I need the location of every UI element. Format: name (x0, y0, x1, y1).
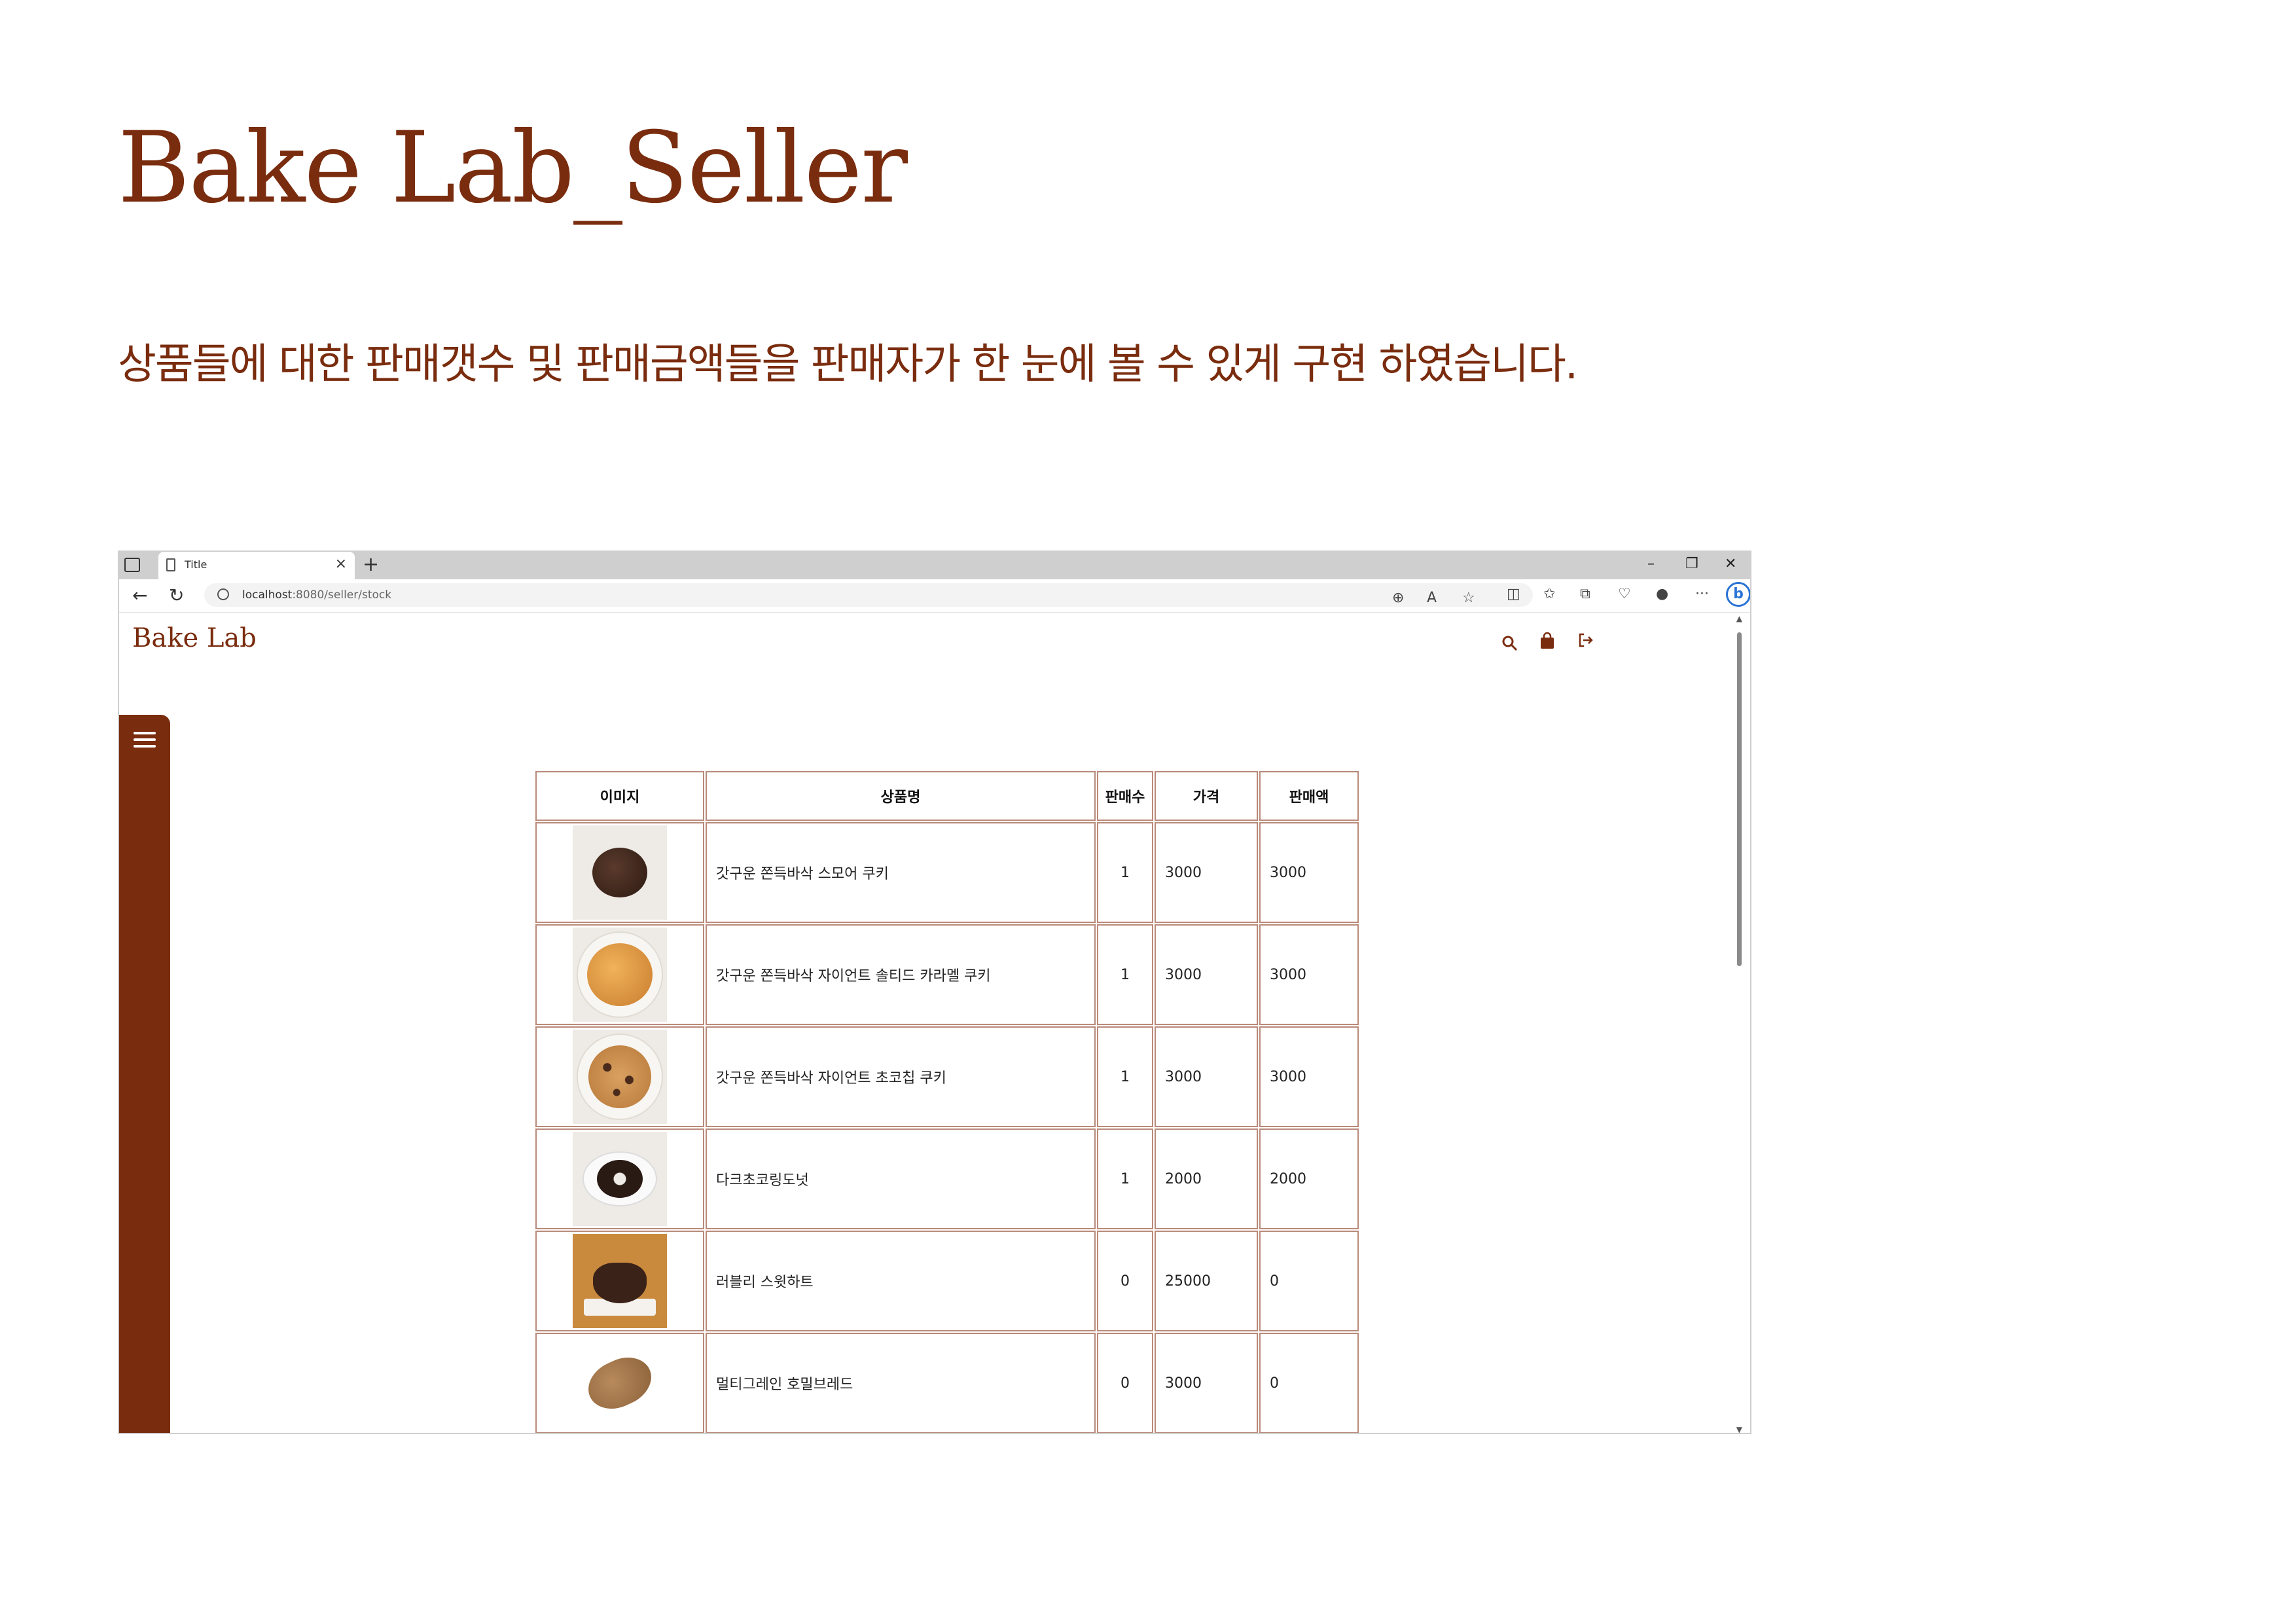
table-row: 다크초코링도넛 1 2000 2000 (535, 1128, 1359, 1229)
product-name: 러블리 스윗하트 (706, 1231, 1096, 1331)
sold-count: 0 (1097, 1231, 1153, 1331)
table-row: 갓구운 쫀득바삭 자이언트 초코칩 쿠키 1 3000 3000 (535, 1026, 1359, 1127)
sidebar (119, 715, 170, 1433)
restore-icon[interactable]: ❐ (1685, 556, 1698, 572)
scrollbar[interactable]: ▲ ▼ (1736, 613, 1748, 1433)
site-logo[interactable]: Bake Lab (132, 623, 257, 653)
scrollbar-thumb[interactable] (1737, 632, 1742, 966)
logout-icon[interactable] (1577, 632, 1594, 653)
table-row: 갓구운 쫀득바삭 스모어 쿠키 1 3000 3000 (535, 822, 1359, 923)
stock-table: 이미지 상품명 판매수 가격 판매액 갓구운 쫀득바삭 스모어 쿠키 1 300… (534, 770, 1360, 1433)
favorites-icon[interactable]: ✩ (1543, 586, 1555, 602)
extensions-icon[interactable]: ♡ (1618, 586, 1631, 602)
sales-amount: 3000 (1259, 822, 1359, 923)
minimize-icon[interactable]: – (1647, 556, 1655, 572)
caramel-cookie-image (573, 928, 667, 1022)
table-row: 멀티그레인 호밀브레드 0 3000 0 (535, 1333, 1359, 1433)
scroll-down-icon[interactable]: ▼ (1736, 1425, 1742, 1433)
scroll-up-icon[interactable]: ▲ (1736, 614, 1742, 623)
sales-amount: 3000 (1259, 1026, 1359, 1127)
product-name: 갓구운 쫀득바삭 자이언트 솔티드 카라멜 쿠키 (706, 924, 1096, 1025)
dark-cookie-image (573, 825, 667, 920)
table-row: 갓구운 쫀득바삭 자이언트 솔티드 카라멜 쿠키 1 3000 3000 (535, 924, 1359, 1025)
tab-actions-icon[interactable] (124, 558, 140, 572)
header-name: 상품명 (706, 771, 1096, 821)
web-page: Bake Lab ▲ ▼ 이미지 상품명 판매수 가격 판매액 갓구운 쫀득바삭… (119, 613, 1750, 1433)
sales-amount: 3000 (1259, 924, 1359, 1025)
sales-amount: 2000 (1259, 1128, 1359, 1229)
sold-count: 1 (1097, 822, 1153, 923)
browser-window: Title × + – ❐ ✕ ← ↻ localhost:8080/selle… (118, 550, 1751, 1434)
page-icon (166, 558, 175, 571)
sold-count: 0 (1097, 1333, 1153, 1433)
price: 3000 (1155, 822, 1258, 923)
price: 3000 (1155, 1026, 1258, 1127)
close-window-icon[interactable]: ✕ (1725, 556, 1736, 572)
slide-title: Bake Lab_Seller (118, 111, 908, 225)
price: 3000 (1155, 924, 1258, 1025)
read-aloud-icon[interactable]: A (1427, 590, 1437, 606)
sales-amount: 0 (1259, 1333, 1359, 1433)
search-icon[interactable] (1501, 635, 1518, 657)
split-screen-icon[interactable]: ◫ (1507, 586, 1520, 602)
choco-donut-image (573, 1132, 667, 1226)
close-tab-icon[interactable]: × (335, 556, 347, 572)
sold-count: 1 (1097, 1026, 1153, 1127)
header-sales: 판매액 (1259, 771, 1359, 821)
url-field[interactable]: localhost:8080/seller/stock ⊕ A ☆ (204, 583, 1533, 607)
tab-title: Title (185, 558, 207, 571)
slide-description: 상품들에 대한 판매갯수 및 판매금액들을 판매자가 한 눈에 볼 수 있게 구… (118, 340, 1578, 389)
shopping-bag-icon[interactable] (1539, 632, 1555, 654)
heart-cake-image (573, 1234, 667, 1328)
browser-tab[interactable]: Title × (158, 552, 355, 579)
price: 2000 (1155, 1128, 1258, 1229)
reload-icon[interactable]: ↻ (169, 585, 184, 606)
profile-icon[interactable]: ● (1656, 586, 1668, 602)
more-menu-icon[interactable]: ··· (1695, 586, 1709, 602)
product-name: 갓구운 쫀득바삭 자이언트 초코칩 쿠키 (706, 1026, 1096, 1127)
zoom-icon[interactable]: ⊕ (1392, 590, 1404, 606)
price: 25000 (1155, 1231, 1258, 1331)
favorite-star-icon[interactable]: ☆ (1462, 590, 1475, 606)
new-tab-icon[interactable]: + (363, 553, 379, 576)
site-info-icon[interactable] (217, 588, 229, 600)
product-name: 다크초코링도넛 (706, 1128, 1096, 1229)
sold-count: 1 (1097, 1128, 1153, 1229)
sold-count: 1 (1097, 924, 1153, 1025)
url-text: localhost:8080/seller/stock (242, 588, 392, 602)
collections-icon[interactable]: ⧉ (1580, 586, 1590, 602)
header-sold: 판매수 (1097, 771, 1153, 821)
address-bar: ← ↻ localhost:8080/seller/stock ⊕ A ☆ ◫ … (119, 579, 1750, 613)
header-price: 가격 (1155, 771, 1258, 821)
chocochip-cookie-image (573, 1030, 667, 1124)
hamburger-menu-icon[interactable] (134, 732, 156, 748)
header-image: 이미지 (535, 771, 704, 821)
product-name: 갓구운 쫀득바삭 스모어 쿠키 (706, 822, 1096, 923)
back-icon[interactable]: ← (132, 585, 147, 606)
product-name: 멀티그레인 호밀브레드 (706, 1333, 1096, 1433)
tab-bar: Title × + – ❐ ✕ (119, 552, 1750, 579)
table-row: 러블리 스윗하트 0 25000 0 (535, 1231, 1359, 1331)
table-header-row: 이미지 상품명 판매수 가격 판매액 (535, 771, 1359, 821)
price: 3000 (1155, 1333, 1258, 1433)
bing-icon[interactable]: b (1726, 582, 1750, 607)
sales-amount: 0 (1259, 1231, 1359, 1331)
rye-bread-image (573, 1336, 667, 1430)
